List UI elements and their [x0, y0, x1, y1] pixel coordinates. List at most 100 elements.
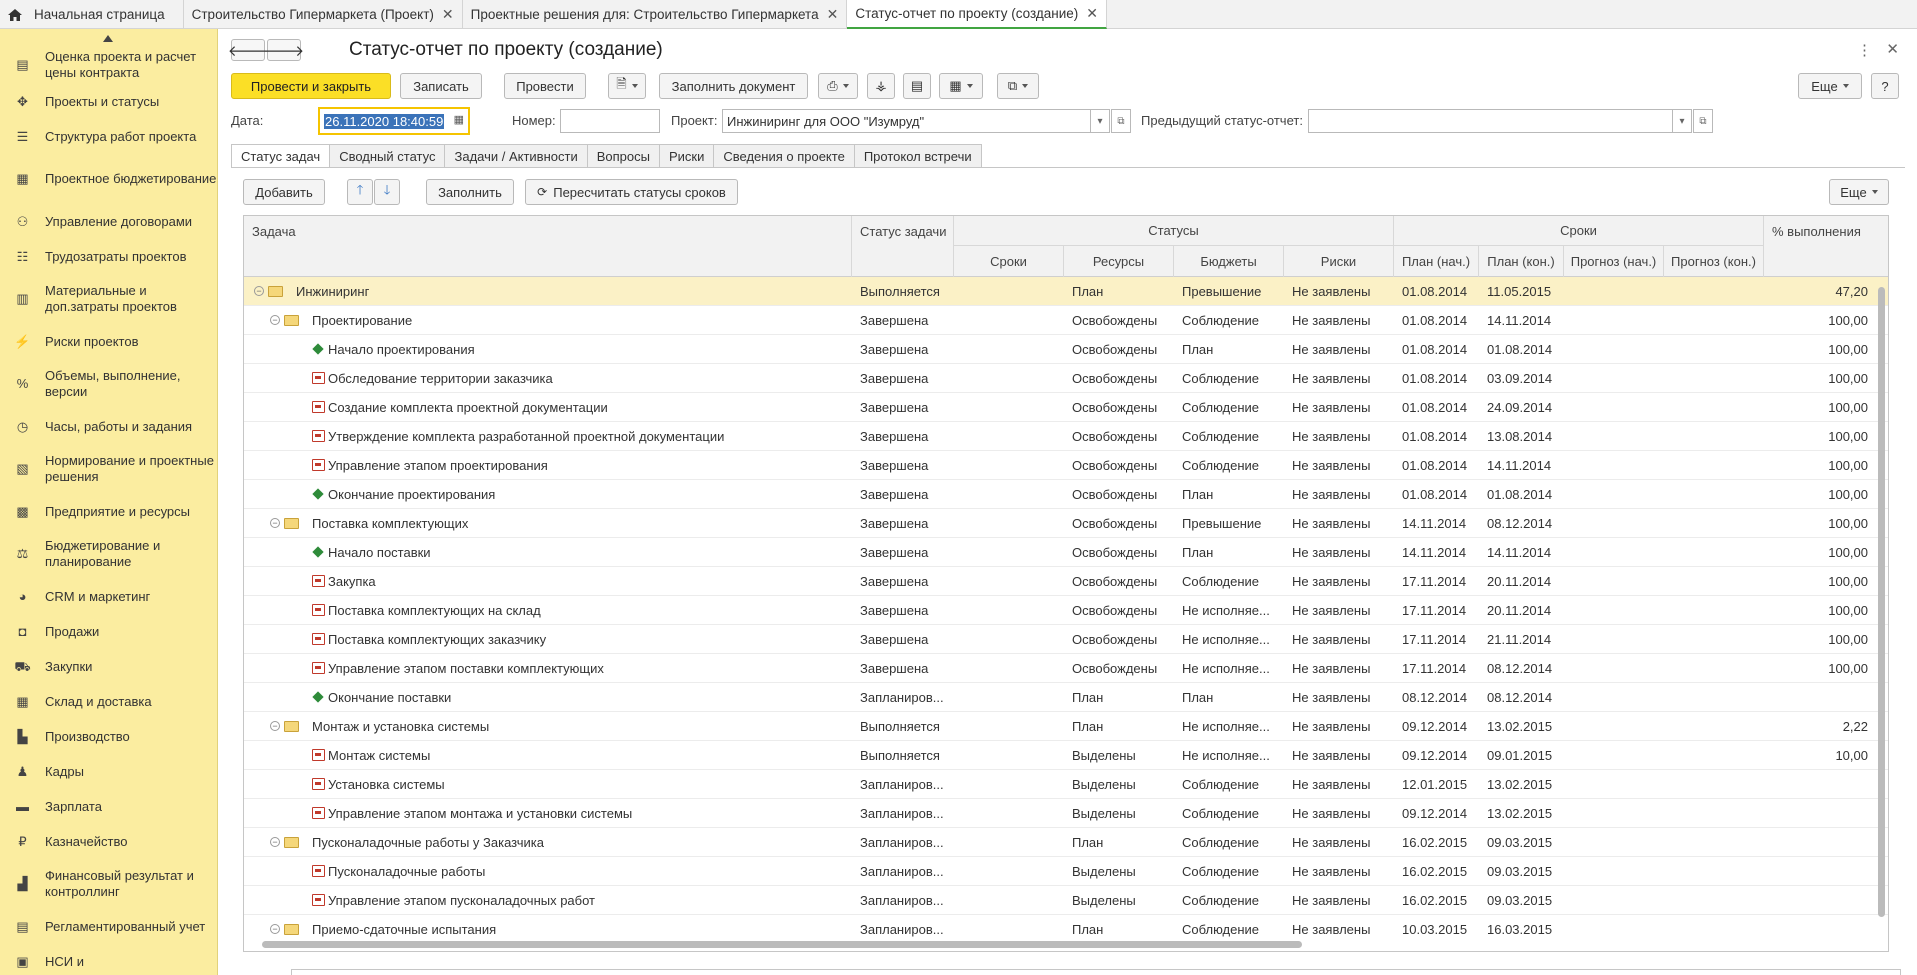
table-row[interactable]: Управление этапом монтажа и установки си… [244, 799, 1888, 828]
table-row[interactable]: Поставка комплектующих заказчику Завершен… [244, 625, 1888, 654]
tab-meeting-protocol[interactable]: Протокол встречи [853, 144, 982, 168]
table-row[interactable]: − Инжиниринг Выполняется План Превышение Не з… [244, 277, 1888, 306]
table-row[interactable]: Окончание проектирования Завершена Освобож… [244, 480, 1888, 509]
prev-report-field[interactable] [1308, 109, 1692, 133]
close-icon[interactable]: ✕ [827, 6, 839, 23]
sidebar-item-salary[interactable]: ▬ Зарплата [0, 789, 217, 824]
table-row[interactable]: Поставка комплектующих на склад Завершена… [244, 596, 1888, 625]
tab-tasks-activities[interactable]: Задачи / Активности [444, 144, 587, 168]
sidebar-item-labor[interactable]: ☷ Трудозатраты проектов [0, 239, 217, 274]
sidebar-item-nsi[interactable]: ▣ НСИ и [0, 944, 217, 975]
col-forecast-start[interactable]: Прогноз (нач.) [1564, 246, 1664, 277]
date-field[interactable]: 26.11.2020 18:40:59 ▦ [318, 107, 470, 135]
tab-task-status[interactable]: Статус задач [231, 144, 330, 168]
collapse-toggle-icon[interactable]: − [270, 518, 280, 528]
horizontal-scrollbar[interactable] [244, 937, 1888, 951]
table-row[interactable]: − Пусконаладочные работы у Заказчика Запла… [244, 828, 1888, 857]
table-row[interactable]: Начало поставки Завершена Освобождены План Н… [244, 538, 1888, 567]
post-button[interactable]: Провести [504, 73, 586, 99]
collapse-toggle-icon[interactable]: − [254, 286, 264, 296]
sidebar-item-hours[interactable]: ◷ Часы, работы и задания [0, 409, 217, 444]
horizontal-scrollbar-thumb[interactable] [262, 941, 1302, 948]
sidebar-item-crm[interactable]: ◕ CRM и маркетинг [0, 579, 217, 614]
table-row[interactable]: − Монтаж и установка системы Выполняется Пл… [244, 712, 1888, 741]
vertical-scrollbar-thumb[interactable] [1878, 287, 1885, 917]
move-down-button[interactable]: 🡓 [374, 179, 400, 205]
col-status-terms[interactable]: Сроки [954, 246, 1064, 277]
collapse-toggle-icon[interactable]: − [270, 837, 280, 847]
post-and-close-button[interactable]: Провести и закрыть [231, 73, 391, 99]
sidebar-item-projects[interactable]: ✥ Проекты и статусы [0, 84, 217, 119]
sidebar-item-production[interactable]: ▙ Производство [0, 719, 217, 754]
table-row[interactable]: Управление этапом поставки комплектующих… [244, 654, 1888, 683]
sidebar-item-volumes[interactable]: % Объемы, выполнение, версии [0, 359, 217, 409]
close-icon[interactable]: ✕ [1086, 5, 1098, 22]
save-button[interactable]: Записать [400, 73, 482, 99]
create-based-button[interactable]: 🗎 [608, 73, 646, 99]
related-docs-button[interactable]: ▦ [939, 73, 983, 99]
sidebar-item-estimation[interactable]: ▤ Оценка проекта и расчет цены контракта [0, 49, 217, 81]
table-row[interactable]: Закупка Завершена Освобождены Соблюдение Не … [244, 567, 1888, 596]
sidebar-item-sales[interactable]: ◘ Продажи [0, 614, 217, 649]
tab-status-report[interactable]: Статус-отчет по проекту (создание) ✕ [847, 0, 1107, 29]
sidebar-item-contracts[interactable]: ⚇ Управление договорами [0, 204, 217, 239]
tab-risks[interactable]: Риски [658, 144, 714, 168]
scroll-up-icon[interactable] [103, 35, 113, 42]
table-row[interactable]: Создание комплекта проектной документаци… [244, 393, 1888, 422]
prev-report-dropdown-icon[interactable]: ▾ [1672, 109, 1692, 133]
col-plan-start[interactable]: План (нач.) [1394, 246, 1479, 277]
sidebar-item-materials[interactable]: ▥ Материальные и доп.затраты проектов [0, 274, 217, 324]
col-status-budgets[interactable]: Бюджеты [1174, 246, 1284, 277]
tab-questions[interactable]: Вопросы [586, 144, 659, 168]
sidebar-item-budgeting[interactable]: ▦ Проектное бюджетирование [0, 154, 217, 204]
calendar-icon[interactable]: ▦ [454, 113, 464, 126]
vertical-scrollbar[interactable] [1877, 277, 1886, 937]
close-form-icon[interactable]: ✕ [1886, 40, 1899, 58]
project-open-icon[interactable]: ⧉ [1111, 109, 1131, 133]
tab-home[interactable]: Начальная страница [0, 0, 184, 29]
back-button[interactable]: 🡐 [228, 39, 268, 61]
table-row[interactable]: Начало проектирования Завершена Освобожден… [244, 335, 1888, 364]
col-task-status[interactable]: Статус задачи [852, 216, 954, 277]
tab-project-solutions[interactable]: Проектные решения для: Строительство Гип… [463, 0, 848, 29]
sidebar-item-structure[interactable]: ☰ Структура работ проекта [0, 119, 217, 154]
col-status-resources[interactable]: Ресурсы [1064, 246, 1174, 277]
add-button[interactable]: Добавить [243, 179, 325, 205]
project-dropdown-icon[interactable]: ▾ [1090, 109, 1110, 133]
recalc-status-button[interactable]: ⟳ Пересчитать статусы сроков [525, 179, 738, 205]
table-row[interactable]: Обследование территории заказчика Заверше… [244, 364, 1888, 393]
sidebar-item-norms[interactable]: ▧ Нормирование и проектные решения [0, 444, 217, 494]
collapse-toggle-icon[interactable]: − [270, 315, 280, 325]
collapse-toggle-icon[interactable]: − [270, 924, 280, 934]
table-row[interactable]: Пусконаладочные работы Запланиров... Выдел… [244, 857, 1888, 886]
table-row[interactable]: Установка системы Запланиров... Выделены Со… [244, 770, 1888, 799]
structure-button[interactable]: ⚶ [867, 73, 895, 99]
table-row[interactable]: Управление этапом проектирования Завершен… [244, 451, 1888, 480]
table-row[interactable]: Окончание поставки Запланиров... План План Н… [244, 683, 1888, 712]
sidebar-item-purchases[interactable]: ⛟ Закупки [0, 649, 217, 684]
more-vertical-icon[interactable]: ⋮ [1857, 41, 1872, 59]
table-row[interactable]: − Поставка комплектующих Завершена Освобожд… [244, 509, 1888, 538]
tab-project[interactable]: Строительство Гипермаркета (Проект) ✕ [184, 0, 463, 29]
col-task[interactable]: Задача [244, 216, 852, 277]
tab-summary-status[interactable]: Сводный статус [329, 144, 445, 168]
col-status-risks[interactable]: Риски [1284, 246, 1394, 277]
col-percent[interactable]: % выполнения [1764, 216, 1888, 277]
report-button[interactable]: ▤ [903, 73, 931, 99]
help-button[interactable]: ? [1871, 73, 1899, 99]
sidebar-item-treasury[interactable]: ₽ Казначейство [0, 824, 217, 859]
forward-button[interactable]: 🡒 [264, 39, 304, 61]
sidebar-item-warehouse[interactable]: ▦ Склад и доставка [0, 684, 217, 719]
close-icon[interactable]: ✕ [442, 6, 454, 23]
col-forecast-end[interactable]: Прогноз (кон.) [1664, 246, 1764, 277]
number-field[interactable] [560, 109, 660, 133]
table-row[interactable]: Утверждение комплекта разработанной прое… [244, 422, 1888, 451]
more-button[interactable]: Еще [1798, 73, 1862, 99]
sidebar-item-accounting[interactable]: ▤ Регламентированный учет [0, 909, 217, 944]
sidebar-item-risks[interactable]: ⚡ Риски проектов [0, 324, 217, 359]
fill-document-button[interactable]: Заполнить документ [659, 73, 808, 99]
fill-button[interactable]: Заполнить [426, 179, 514, 205]
table-row[interactable]: Монтаж системы Выполняется Выделены Не испо… [244, 741, 1888, 770]
grid-more-button[interactable]: Еще [1829, 179, 1889, 205]
table-row[interactable]: − Проектирование Завершена Освобождены Соблю… [244, 306, 1888, 335]
